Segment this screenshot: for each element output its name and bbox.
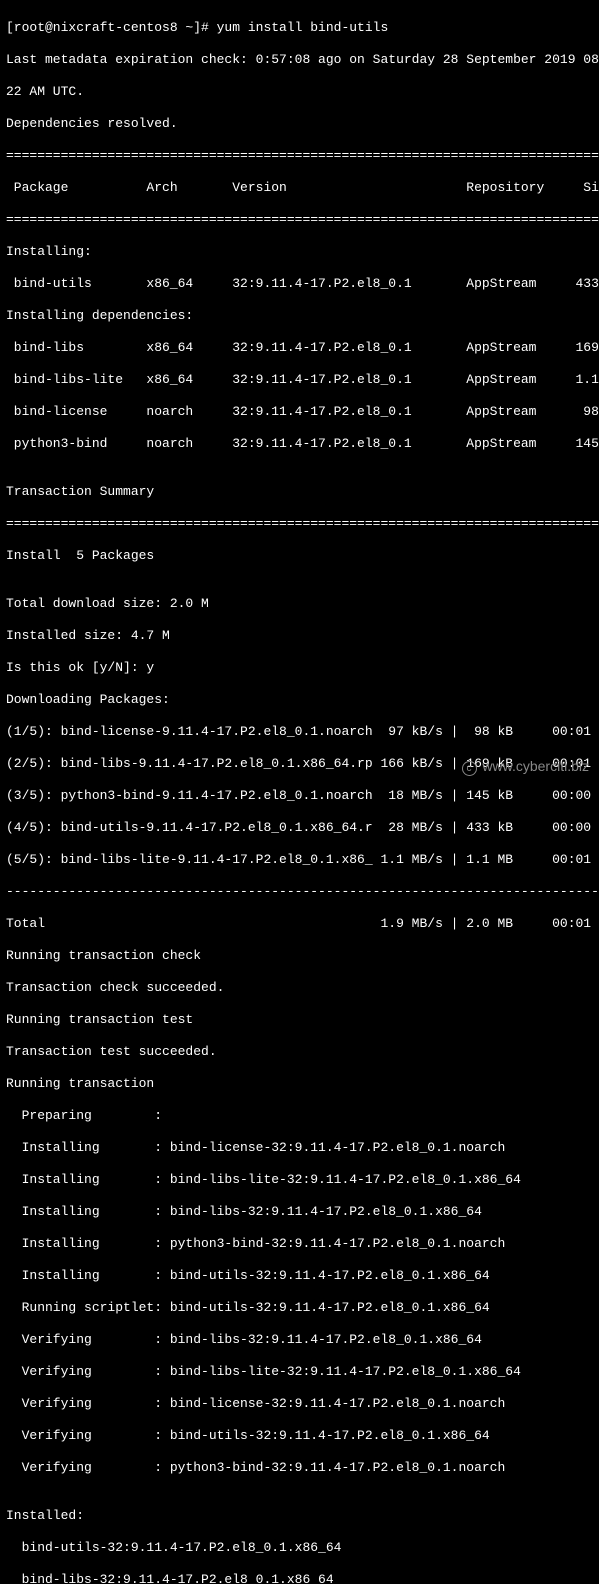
installed-row: bind-utils-32:9.11.4-17.P2.el8_0.1.x86_6… — [6, 1540, 593, 1556]
install-row: Installing : python3-bind-32:9.11.4-17.P… — [6, 1236, 593, 1252]
run-check: Running transaction check — [6, 948, 593, 964]
install-row: Installing : bind-libs-lite-32:9.11.4-17… — [6, 1172, 593, 1188]
installing-deps-header: Installing dependencies: — [6, 308, 593, 324]
installed-header: Installed: — [6, 1508, 593, 1524]
pkg-row: bind-license noarch 32:9.11.4-17.P2.el8_… — [6, 404, 593, 420]
installing-header: Installing: — [6, 244, 593, 260]
verify-row: Verifying : bind-libs-32:9.11.4-17.P2.el… — [6, 1332, 593, 1348]
install-row: Installing : bind-license-32:9.11.4-17.P… — [6, 1140, 593, 1156]
rule-top: ========================================… — [6, 148, 593, 164]
deps-resolved: Dependencies resolved. — [6, 116, 593, 132]
download-row: (3/5): python3-bind-9.11.4-17.P2.el8_0.1… — [6, 788, 593, 804]
confirm-prompt: Is this ok [y/N]: y — [6, 660, 593, 676]
installed-row: bind-libs-32:9.11.4-17.P2.el8_0.1.x86_64 — [6, 1572, 593, 1584]
pkg-row: bind-libs-lite x86_64 32:9.11.4-17.P2.el… — [6, 372, 593, 388]
install-count: Install 5 Packages — [6, 548, 593, 564]
meta-check-line-2: 22 AM UTC. — [6, 84, 593, 100]
meta-check-line-1: Last metadata expiration check: 0:57:08 … — [6, 52, 593, 68]
installed-size: Installed size: 4.7 M — [6, 628, 593, 644]
pkg-row: python3-bind noarch 32:9.11.4-17.P2.el8_… — [6, 436, 593, 452]
watermark: c www.cyberciti.biz — [462, 758, 589, 776]
downloading-header: Downloading Packages: — [6, 692, 593, 708]
rule-summary: ========================================… — [6, 516, 593, 532]
install-row: Installing : bind-libs-32:9.11.4-17.P2.e… — [6, 1204, 593, 1220]
terminal-output: [root@nixcraft-centos8 ~]# yum install b… — [0, 0, 599, 1584]
pkg-row: bind-libs x86_64 32:9.11.4-17.P2.el8_0.1… — [6, 340, 593, 356]
download-row: (1/5): bind-license-9.11.4-17.P2.el8_0.1… — [6, 724, 593, 740]
run-transaction: Running transaction — [6, 1076, 593, 1092]
verify-row: Verifying : python3-bind-32:9.11.4-17.P2… — [6, 1460, 593, 1476]
table-header: Package Arch Version Repository Size — [6, 180, 593, 196]
dash-rule: ----------------------------------------… — [6, 884, 593, 900]
scriptlet-row: Running scriptlet: bind-utils-32:9.11.4-… — [6, 1300, 593, 1316]
download-row: (4/5): bind-utils-9.11.4-17.P2.el8_0.1.x… — [6, 820, 593, 836]
copyright-icon: c — [462, 761, 477, 776]
verify-row: Verifying : bind-license-32:9.11.4-17.P2… — [6, 1396, 593, 1412]
verify-row: Verifying : bind-utils-32:9.11.4-17.P2.e… — [6, 1428, 593, 1444]
download-row: (5/5): bind-libs-lite-9.11.4-17.P2.el8_0… — [6, 852, 593, 868]
pkg-row-main: bind-utils x86_64 32:9.11.4-17.P2.el8_0.… — [6, 276, 593, 292]
watermark-text: www.cyberciti.biz — [482, 758, 589, 774]
download-size: Total download size: 2.0 M — [6, 596, 593, 612]
check-ok: Transaction check succeeded. — [6, 980, 593, 996]
preparing-row: Preparing : 1/1 — [6, 1108, 593, 1124]
test-ok: Transaction test succeeded. — [6, 1044, 593, 1060]
run-test: Running transaction test — [6, 1012, 593, 1028]
tx-summary: Transaction Summary — [6, 484, 593, 500]
total-row: Total 1.9 MB/s | 2.0 MB 00:01 — [6, 916, 593, 932]
rule-under-header: ========================================… — [6, 212, 593, 228]
shell-prompt: [root@nixcraft-centos8 ~]# yum install b… — [6, 20, 593, 36]
install-row: Installing : bind-utils-32:9.11.4-17.P2.… — [6, 1268, 593, 1284]
verify-row: Verifying : bind-libs-lite-32:9.11.4-17.… — [6, 1364, 593, 1380]
